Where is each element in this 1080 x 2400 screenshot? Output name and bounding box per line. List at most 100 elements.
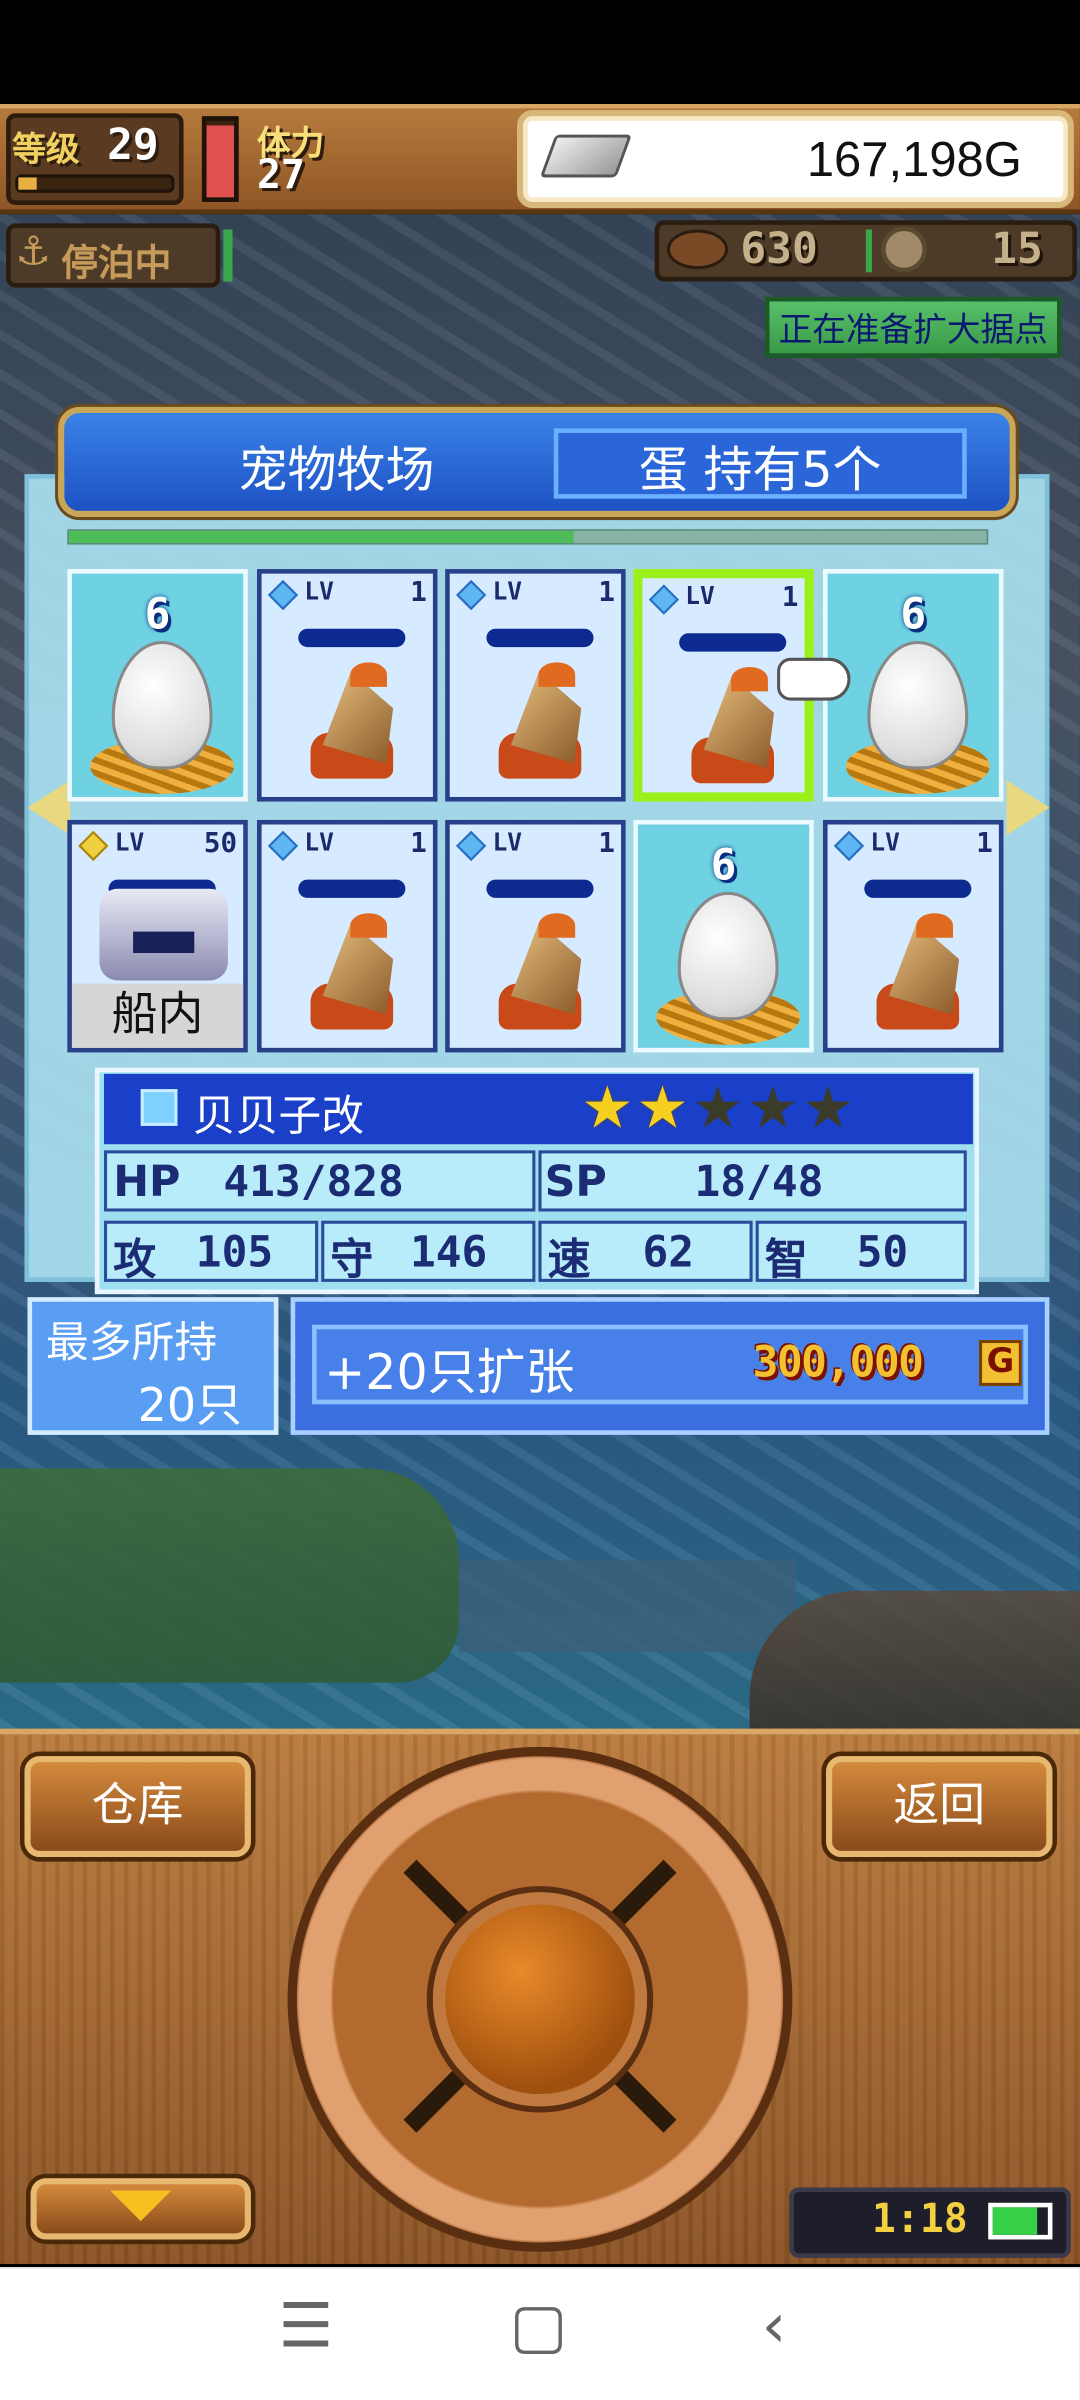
rarity-stars: ★ ★ ★ ★ ★ (581, 1074, 854, 1141)
int-label: 智 (764, 1234, 808, 1285)
star-icon: ★ (581, 1073, 634, 1142)
page-progress-bar (67, 529, 989, 545)
capacity-value: 20只 (137, 1379, 242, 1434)
element-gem-icon (456, 579, 487, 611)
exp-bar-fill (18, 177, 37, 190)
hermit-crab-icon (493, 662, 603, 784)
silver-ingot-icon (539, 134, 632, 178)
expand-label: +20只扩张 (324, 1343, 575, 1402)
hp-value: 413/828 (223, 1156, 404, 1207)
pet-exp-bar (298, 879, 406, 898)
element-gem-icon (648, 584, 680, 615)
robot-visor (133, 931, 195, 954)
meat-icon (666, 229, 729, 270)
egg-hatch-count: 6 (710, 839, 737, 891)
hermit-crab-icon (304, 913, 414, 1035)
level-tag: LV (114, 827, 145, 857)
pet-slot[interactable]: LV 1 (445, 569, 626, 802)
hermit-crab-icon (870, 913, 980, 1035)
battery-level (992, 2207, 1037, 2235)
gold-value: 167,198G (806, 131, 1022, 187)
panel-title: 宠物牧场 (238, 440, 435, 499)
map-dock (458, 1560, 796, 1653)
element-gem-icon (833, 830, 865, 862)
spd-value: 62 (642, 1226, 695, 1278)
def-value: 146 (409, 1226, 488, 1278)
pet-exp-bar (298, 628, 406, 648)
pet-exp-bar (486, 879, 594, 898)
home-icon[interactable]: ▢ (493, 2291, 585, 2361)
gold-currency-icon: G (979, 1340, 1022, 1386)
element-gem-icon (267, 579, 299, 611)
back-button[interactable]: 返回 (826, 1756, 1053, 1858)
pet-level: 1 (598, 576, 615, 609)
warehouse-button[interactable]: 仓库 (24, 1756, 251, 1858)
pet-level: 1 (598, 827, 615, 860)
confirm-center-button[interactable] (432, 1892, 648, 2107)
map-island (0, 1468, 459, 1683)
pet-exp-bar (486, 628, 594, 648)
stamina-value: 27 (256, 152, 305, 199)
pet-exp-bar (679, 633, 787, 652)
pet-slot[interactable]: LV 1 (256, 819, 438, 1053)
chevron-down-icon (110, 2190, 172, 2222)
anchor-icon: ⚓ (15, 229, 51, 276)
resource-separator (865, 229, 872, 273)
page-left-arrow[interactable] (27, 780, 71, 836)
page-right-arrow[interactable] (1006, 780, 1050, 836)
hermit-crab-icon (493, 913, 603, 1035)
level-tag: LV (492, 576, 523, 606)
pet-slot[interactable]: LV 1 (256, 569, 438, 802)
level-tag: LV (870, 827, 900, 857)
capacity-label: 最多所持 (45, 1317, 218, 1368)
map-ship (749, 1590, 1080, 1729)
back-nav-icon[interactable]: ‹ (728, 2291, 820, 2361)
atk-value: 105 (195, 1226, 274, 1278)
sp-label: SP (544, 1156, 607, 1207)
pet-level: 50 (203, 827, 238, 860)
pet-level: 1 (781, 581, 799, 614)
star-icon: ★ (746, 1073, 799, 1142)
egg-slot[interactable]: 6 (67, 569, 248, 802)
pet-name: 贝贝子改 (192, 1090, 365, 1142)
moor-indicator (223, 229, 233, 282)
expand-price: 300,000 (752, 1336, 924, 1388)
pet-level: 1 (976, 827, 993, 860)
egg-count: 蛋 持有5个 (638, 440, 882, 499)
expansion-notice[interactable]: 正在准备扩大据点 (764, 296, 1062, 358)
element-gem-icon (456, 830, 487, 862)
level-label: 等级 (12, 131, 80, 170)
level-tag: LV (492, 827, 523, 857)
hp-label: HP (113, 1156, 181, 1207)
battery-icon (988, 2202, 1053, 2240)
egg-icon (867, 640, 969, 770)
egg-icon (111, 640, 213, 770)
sp-value: 18/48 (694, 1156, 824, 1207)
pet-slot[interactable]: LV 1 (822, 819, 1004, 1053)
int-value: 50 (856, 1226, 909, 1278)
onboard-tag: 船内 (71, 983, 244, 1048)
element-gem-icon (78, 830, 109, 862)
element-gem-icon (267, 830, 299, 862)
level-tag: LV (304, 576, 334, 606)
hermit-crab-icon (304, 662, 414, 784)
pet-level: 1 (410, 576, 427, 609)
coin-icon (881, 226, 927, 273)
page-progress-fill (68, 530, 574, 544)
def-label: 守 (330, 1234, 374, 1285)
stamina-bar-fill (206, 124, 235, 198)
exp-bar (15, 174, 175, 193)
egg-hatch-count: 6 (144, 588, 171, 640)
pet-exp-bar (864, 879, 972, 898)
star-icon: ★ (802, 1073, 855, 1142)
spd-label: 速 (547, 1234, 591, 1285)
pet-slot[interactable]: LV 1 (445, 819, 626, 1053)
food-value: 630 (740, 223, 818, 274)
medal-value: 15 (991, 223, 1043, 274)
menu-icon[interactable]: ☰ (260, 2291, 352, 2361)
atk-label: 攻 (113, 1234, 157, 1285)
pet-slot[interactable]: LV 50 船内 (67, 819, 248, 1053)
egg-slot[interactable]: 6 (633, 819, 814, 1053)
pet-level: 1 (410, 827, 427, 860)
egg-slot[interactable]: 6 (822, 569, 1004, 802)
